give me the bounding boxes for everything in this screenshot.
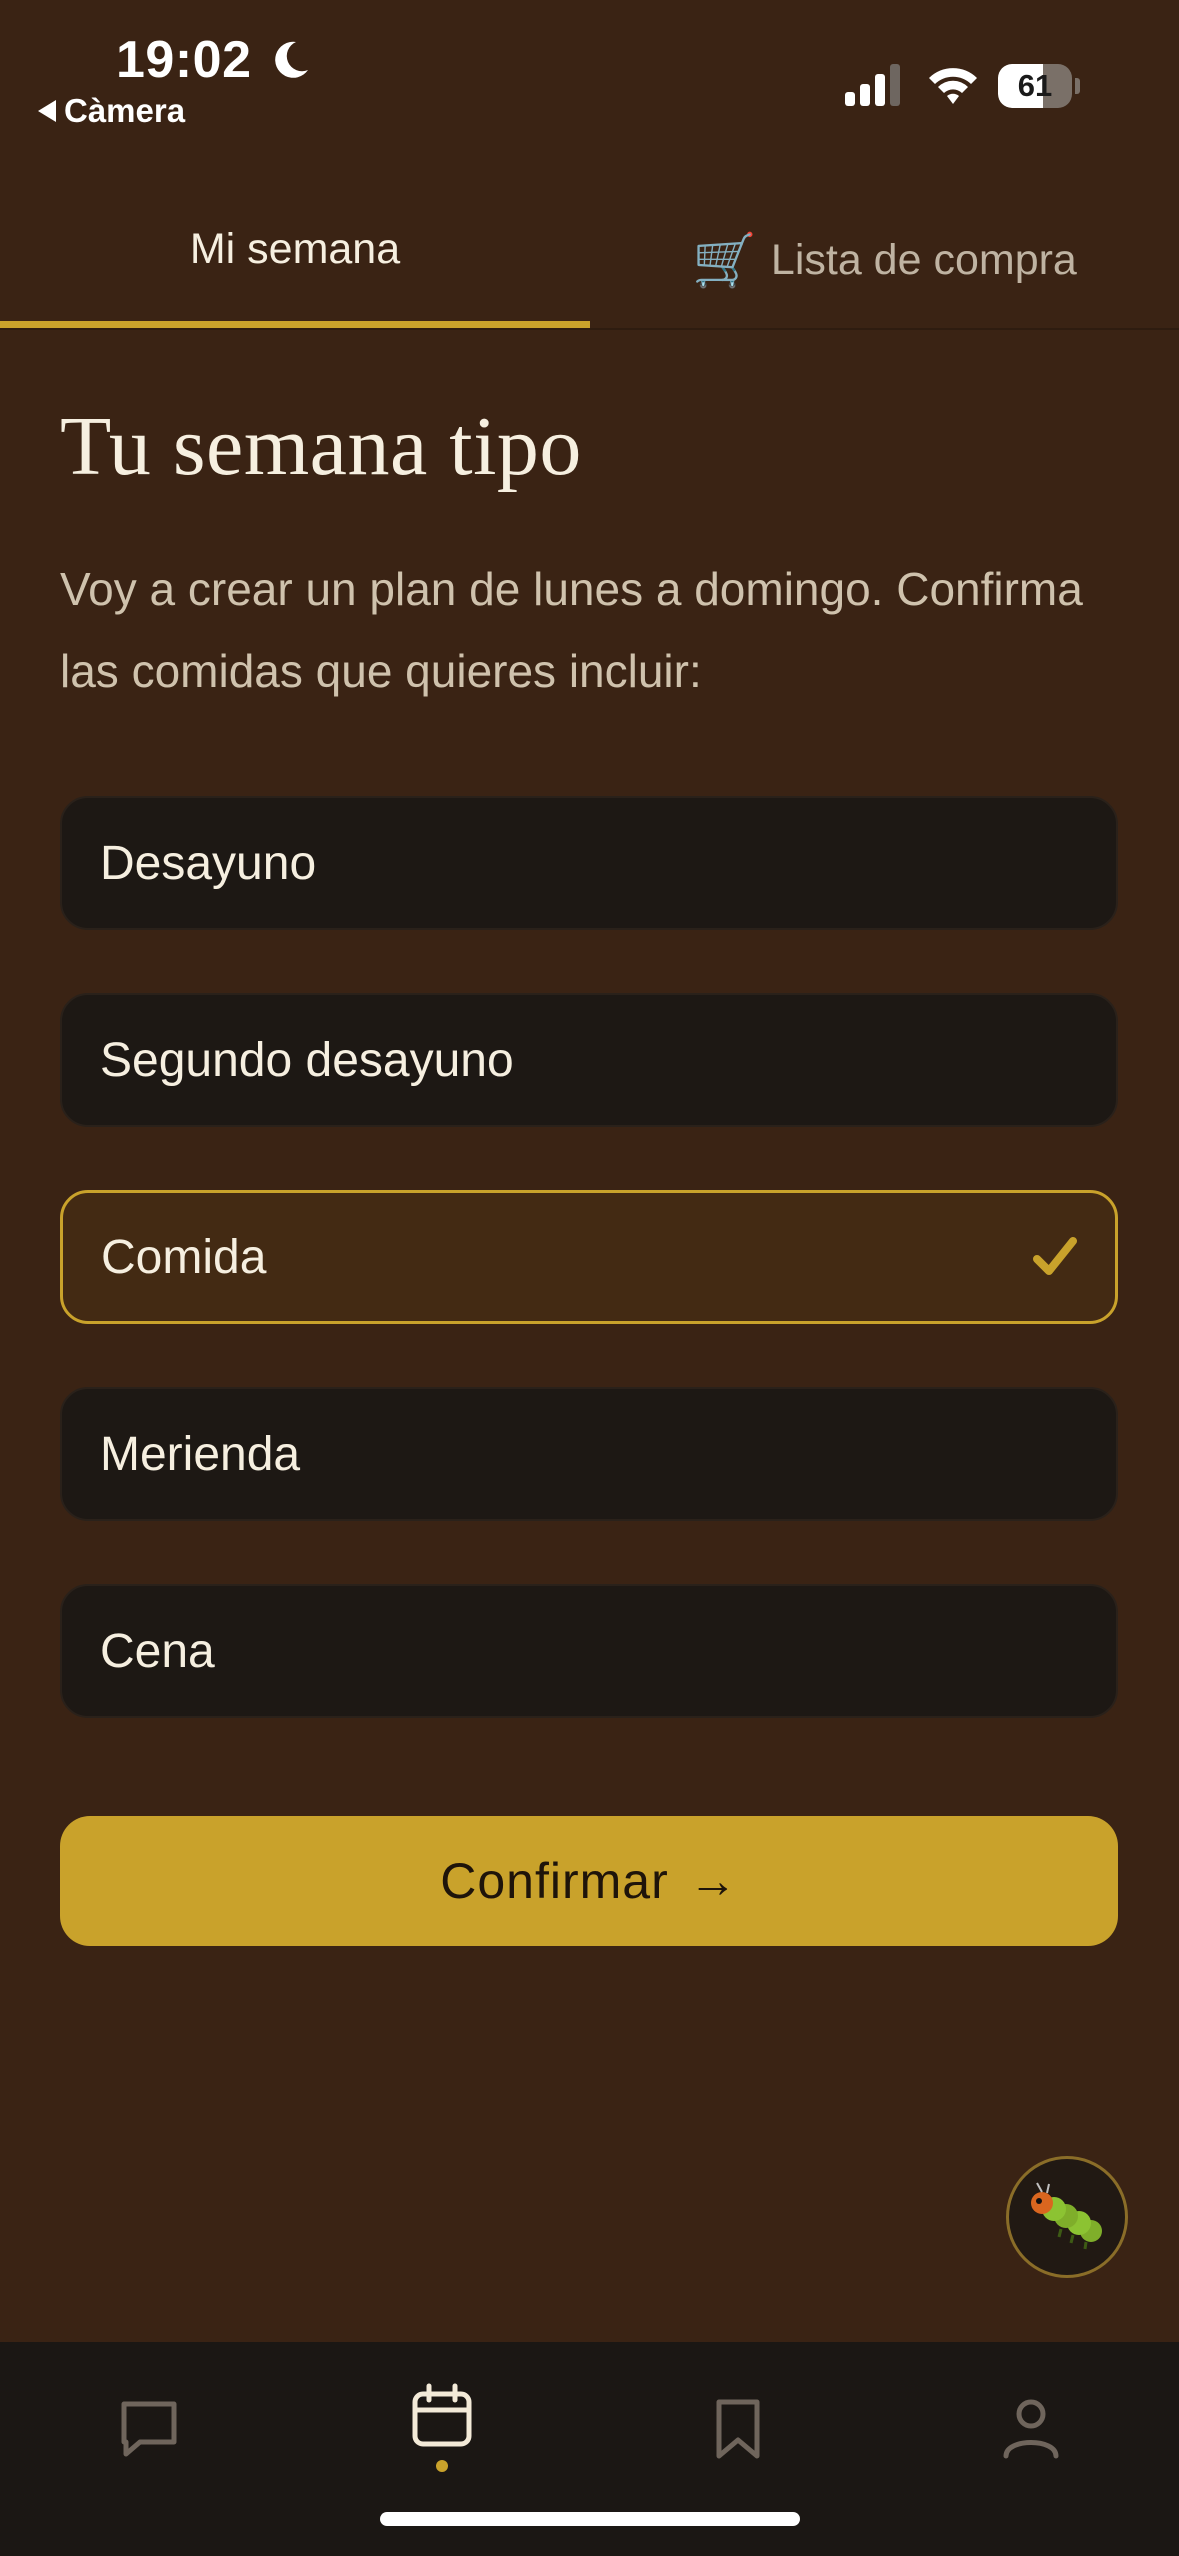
tab-bar: Mi semana 🛒 Lista de compra <box>0 180 1179 330</box>
battery-cap <box>1075 78 1080 94</box>
home-indicator <box>380 2512 800 2526</box>
shopping-cart-icon: 🛒 <box>692 231 757 290</box>
confirm-button-label: Confirmar <box>440 1853 669 1909</box>
bookmark-icon[interactable] <box>703 2394 773 2464</box>
cellular-signal-icon <box>845 64 900 106</box>
meal-option-label: Cena <box>100 1624 215 1678</box>
meal-option-label: Merienda <box>100 1427 301 1481</box>
back-app-label: Càmera <box>64 92 186 129</box>
meal-option-comida[interactable]: Comida <box>60 1190 1118 1324</box>
profile-icon[interactable] <box>996 2394 1066 2464</box>
active-tab-indicator <box>0 321 590 328</box>
tab-label: Lista de compra <box>770 235 1077 284</box>
battery-level-text: 61 <box>1017 68 1053 103</box>
meal-option-segundo-desayuno[interactable]: Segundo desayuno <box>60 993 1118 1127</box>
meal-option-label: Segundo desayuno <box>100 1033 514 1087</box>
caterpillar-icon <box>1031 2182 1102 2250</box>
battery-body: 61 <box>998 64 1072 108</box>
meal-option-merienda[interactable]: Merienda <box>60 1387 1118 1521</box>
moon-icon <box>275 41 308 78</box>
wifi-icon <box>929 68 977 104</box>
checkmark-icon <box>1033 1237 1077 1275</box>
arrow-right-icon: → <box>688 1854 738 1908</box>
assistant-button[interactable] <box>1006 2156 1128 2278</box>
status-bar: 19:02 Càmera 61 <box>0 0 1179 150</box>
meal-option-label: Desayuno <box>100 836 317 890</box>
intro-text: Voy a crear un plan de lunes a domingo. … <box>60 563 1083 697</box>
tab-label: Mi semana <box>189 224 401 273</box>
active-nav-indicator <box>436 2460 448 2472</box>
page-title: Tu semana tipo <box>60 400 582 493</box>
meal-option-desayuno[interactable]: Desayuno <box>60 796 1118 930</box>
confirm-button[interactable]: Confirmar → <box>60 1816 1118 1946</box>
meal-option-cena[interactable]: Cena <box>60 1584 1118 1718</box>
back-to-app-link[interactable]: Càmera <box>38 92 185 130</box>
tab-lista-de-compra[interactable]: 🛒 Lista de compra <box>590 180 1179 328</box>
battery-icon: 61 <box>998 64 1082 108</box>
back-triangle-icon <box>38 100 56 122</box>
calendar-icon[interactable] <box>407 2382 477 2452</box>
status-time: 19:02 <box>116 31 252 89</box>
chat-icon[interactable] <box>114 2394 184 2464</box>
meal-option-label: Comida <box>101 1230 267 1284</box>
tab-mi-semana[interactable]: Mi semana <box>0 180 590 328</box>
